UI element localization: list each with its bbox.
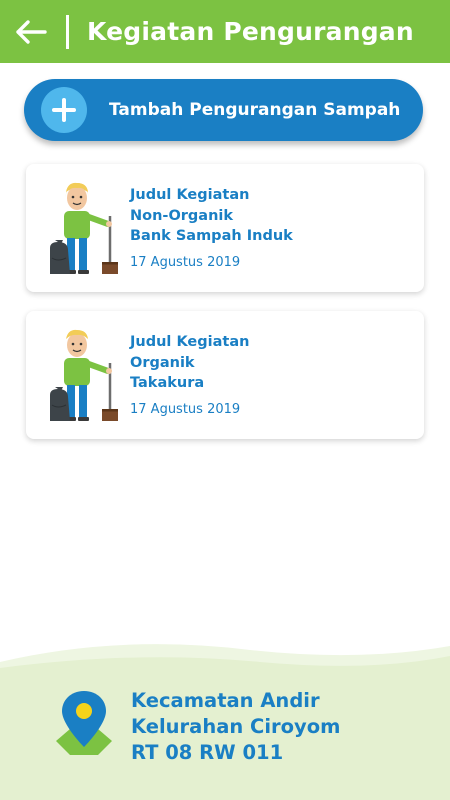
app-bar: Kegiatan Pengurangan — [0, 0, 450, 63]
location-info: Kecamatan Andir Kelurahan Ciroyom RT 08 … — [131, 688, 340, 766]
person-with-trash-illustration — [50, 182, 118, 274]
rt-rw-label: RT 08 RW 011 — [131, 741, 284, 764]
activity-card[interactable]: Judul Kegiatan Non-Organik Bank Sampah I… — [26, 164, 424, 292]
plus-icon — [52, 98, 76, 122]
activity-category: Non-Organik — [130, 207, 234, 224]
activity-method: Takakura — [130, 375, 205, 391]
activity-title-line: Judul Kegiatan — [130, 187, 250, 203]
map-pin-icon — [56, 691, 112, 755]
page-title: Kegiatan Pengurangan — [87, 17, 414, 46]
activity-text: Judul Kegiatan Non-Organik Bank Sampah I… — [130, 185, 293, 270]
activity-text: Judul Kegiatan Organik Takakura 17 Agust… — [130, 332, 249, 417]
header-divider — [66, 14, 69, 49]
add-button-label: Tambah Pengurangan Sampah — [109, 100, 401, 120]
activity-category: Organik — [130, 354, 195, 371]
activity-method: Bank Sampah Induk — [130, 228, 293, 244]
back-button[interactable] — [0, 0, 62, 63]
activity-card[interactable]: Judul Kegiatan Organik Takakura 17 Agust… — [26, 311, 424, 439]
activity-date: 17 Agustus 2019 — [130, 401, 241, 417]
person-with-trash-illustration — [50, 329, 118, 421]
add-reduction-button[interactable]: Tambah Pengurangan Sampah — [24, 79, 423, 141]
activity-title-line: Judul Kegiatan — [130, 334, 250, 350]
village-label: Kelurahan Ciroyom — [131, 715, 341, 738]
plus-circle — [41, 87, 87, 133]
activity-date: 17 Agustus 2019 — [130, 254, 241, 270]
district-label: Kecamatan Andir — [131, 689, 320, 712]
arrow-left-icon — [16, 19, 47, 44]
